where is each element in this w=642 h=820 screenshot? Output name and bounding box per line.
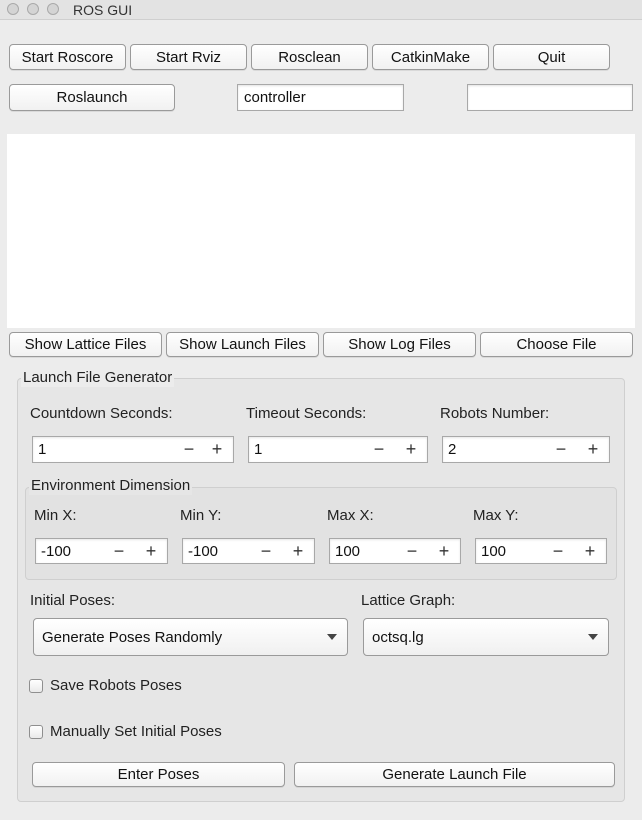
timeout-seconds-spinner[interactable]: 1 − + xyxy=(248,436,428,463)
timeout-seconds-label: Timeout Seconds: xyxy=(246,405,367,422)
launch-file-input[interactable] xyxy=(467,84,633,111)
min-x-spinner[interactable]: -100 − + xyxy=(35,538,168,564)
max-x-spinner[interactable]: 100 − + xyxy=(329,538,461,564)
min-x-value[interactable]: -100 xyxy=(41,539,71,563)
zoom-window-icon[interactable] xyxy=(47,3,59,15)
quit-button[interactable]: Quit xyxy=(493,44,610,70)
robots-number-spinner[interactable]: 2 − + xyxy=(442,436,610,463)
max-y-label: Max Y: xyxy=(473,507,519,524)
plus-icon[interactable]: + xyxy=(399,437,423,462)
chevron-down-icon xyxy=(588,634,598,640)
manually-set-initial-poses-label[interactable]: Manually Set Initial Poses xyxy=(50,723,222,741)
min-y-value[interactable]: -100 xyxy=(188,539,218,563)
window-title: ROS GUI xyxy=(73,2,133,18)
max-x-label: Max X: xyxy=(327,507,374,524)
plus-icon[interactable]: + xyxy=(578,539,602,563)
robots-number-label: Robots Number: xyxy=(440,405,550,422)
package-input[interactable]: controller xyxy=(237,84,404,111)
output-text-area[interactable] xyxy=(7,134,635,328)
countdown-seconds-label: Countdown Seconds: xyxy=(30,405,173,422)
minus-icon[interactable]: − xyxy=(107,539,131,563)
plus-icon[interactable]: + xyxy=(286,539,310,563)
initial-poses-label: Initial Poses: xyxy=(30,592,116,609)
plus-icon[interactable]: + xyxy=(139,539,163,563)
timeout-seconds-value[interactable]: 1 xyxy=(254,437,262,462)
initial-poses-select[interactable]: Generate Poses Randomly xyxy=(33,618,348,656)
start-roscore-button[interactable]: Start Roscore xyxy=(9,44,126,70)
minus-icon[interactable]: − xyxy=(546,539,570,563)
max-x-value[interactable]: 100 xyxy=(335,539,360,563)
minus-icon[interactable]: − xyxy=(549,437,573,462)
rosclean-button[interactable]: Rosclean xyxy=(251,44,368,70)
save-robots-poses-checkbox[interactable] xyxy=(29,679,43,693)
plus-icon[interactable]: + xyxy=(432,539,456,563)
minus-icon[interactable]: − xyxy=(177,437,201,462)
lattice-graph-select[interactable]: octsq.lg xyxy=(363,618,609,656)
plus-icon[interactable]: + xyxy=(205,437,229,462)
robots-number-value[interactable]: 2 xyxy=(448,437,456,462)
countdown-seconds-value[interactable]: 1 xyxy=(38,437,46,462)
min-x-label: Min X: xyxy=(34,507,77,524)
choose-file-button[interactable]: Choose File xyxy=(480,332,633,357)
minimize-window-icon[interactable] xyxy=(27,3,39,15)
show-log-files-button[interactable]: Show Log Files xyxy=(323,332,476,357)
minus-icon[interactable]: − xyxy=(367,437,391,462)
max-y-spinner[interactable]: 100 − + xyxy=(475,538,607,564)
show-launch-files-button[interactable]: Show Launch Files xyxy=(166,332,319,357)
lattice-graph-value: octsq.lg xyxy=(372,628,424,646)
min-y-spinner[interactable]: -100 − + xyxy=(182,538,315,564)
initial-poses-value: Generate Poses Randomly xyxy=(42,628,223,646)
close-window-icon[interactable] xyxy=(7,3,19,15)
environment-dimension-title: Environment Dimension xyxy=(29,477,193,495)
save-robots-poses-label[interactable]: Save Robots Poses xyxy=(50,677,182,695)
minus-icon[interactable]: − xyxy=(254,539,278,563)
start-rviz-button[interactable]: Start Rviz xyxy=(130,44,247,70)
countdown-seconds-spinner[interactable]: 1 − + xyxy=(32,436,234,463)
max-y-value[interactable]: 100 xyxy=(481,539,506,563)
launch-file-generator-title: Launch File Generator xyxy=(21,369,175,387)
roslaunch-button[interactable]: Roslaunch xyxy=(9,84,175,111)
min-y-label: Min Y: xyxy=(180,507,222,524)
plus-icon[interactable]: + xyxy=(581,437,605,462)
manually-set-initial-poses-checkbox[interactable] xyxy=(29,725,43,739)
generate-launch-file-button[interactable]: Generate Launch File xyxy=(294,762,615,787)
enter-poses-button[interactable]: Enter Poses xyxy=(32,762,285,787)
chevron-down-icon xyxy=(327,634,337,640)
minus-icon[interactable]: − xyxy=(400,539,424,563)
catkinmake-button[interactable]: CatkinMake xyxy=(372,44,489,70)
lattice-graph-label: Lattice Graph: xyxy=(361,592,456,609)
show-lattice-files-button[interactable]: Show Lattice Files xyxy=(9,332,162,357)
environment-dimension-group xyxy=(25,487,617,580)
